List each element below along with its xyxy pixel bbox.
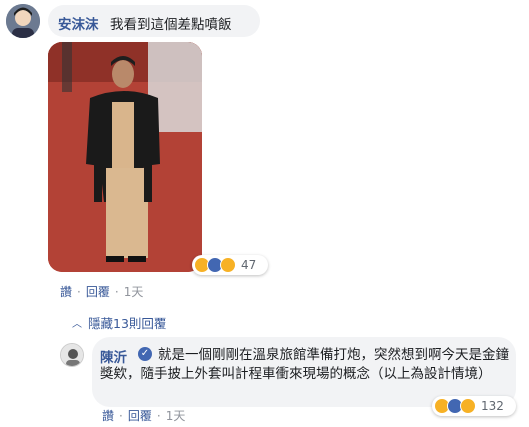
reaction-summary[interactable]: 132 [432, 396, 516, 416]
reply-button[interactable]: 回覆 [86, 283, 110, 300]
like-button[interactable]: 讚 [60, 283, 72, 300]
comment-bubble: 安沫沫 我看到這個差點噴飯 [48, 5, 260, 37]
reply-button[interactable]: 回覆 [128, 407, 152, 424]
hidden-replies-toggle[interactable]: ︿ 隱藏13則回覆 [72, 313, 166, 332]
reaction-count: 47 [241, 258, 257, 272]
like-button[interactable]: 讚 [102, 407, 114, 424]
reaction-count: 132 [481, 399, 504, 413]
commenter-avatar[interactable] [6, 4, 40, 38]
separator-dot: · [119, 408, 123, 423]
reply-avatar[interactable] [60, 343, 84, 367]
separator-dot: · [156, 408, 161, 423]
timestamp[interactable]: 1天 [166, 407, 186, 424]
reply-actions: 讚 · 回覆 · 1天 [102, 407, 185, 424]
reply-text: 就是一個剛剛在溫泉旅館準備打炮，突然想到啊今天是金鐘獎欸，隨手披上外套叫計程車衝… [100, 347, 509, 382]
wow-icon [220, 257, 236, 273]
separator-dot: · [114, 284, 119, 299]
comment-actions: 讚 · 回覆 · 1天 [60, 283, 143, 300]
hidden-replies-label: 隱藏13則回覆 [88, 316, 167, 331]
comment-author[interactable]: 安沫沫 [58, 13, 99, 33]
separator-dot: · [77, 284, 81, 299]
wow-icon [460, 398, 476, 414]
comment-text: 我看到這個差點噴飯 [110, 17, 232, 33]
comment-photo[interactable] [48, 42, 202, 272]
timestamp[interactable]: 1天 [124, 283, 144, 300]
chevron-up-icon: ︿ [72, 319, 82, 330]
reaction-summary[interactable]: 47 [192, 255, 268, 275]
